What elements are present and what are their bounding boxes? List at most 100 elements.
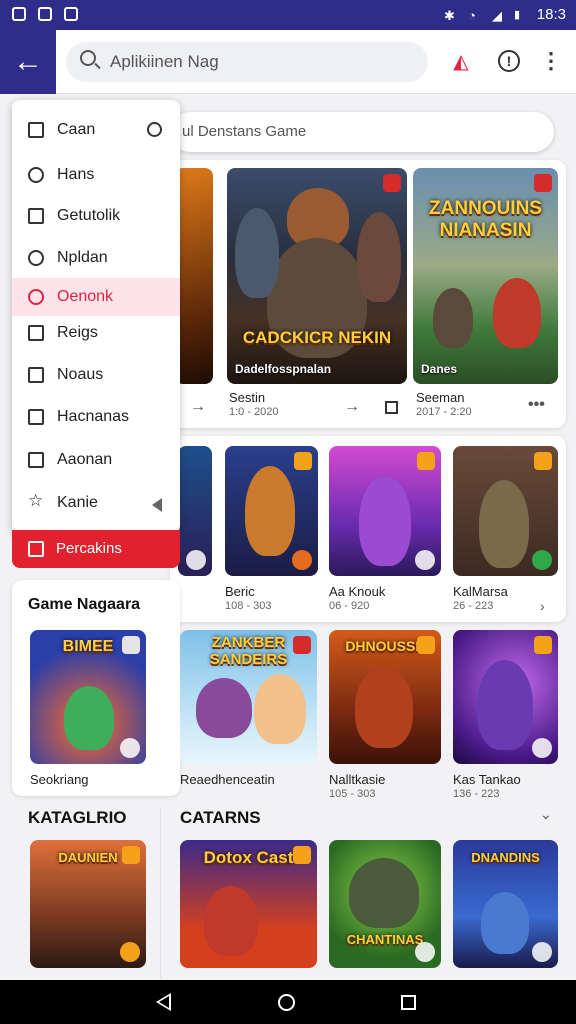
content-search[interactable]: ul Denstans Game xyxy=(170,112,554,152)
category-tile[interactable]: Dotox Cast xyxy=(180,840,317,968)
more-vert-icon[interactable]: ⋮ xyxy=(538,48,564,74)
badge-icon xyxy=(293,846,311,864)
menu-item-label: Getutolik xyxy=(57,207,121,224)
game-tile[interactable] xyxy=(453,446,558,576)
game-title: Aa Knouk xyxy=(329,584,386,599)
badge-icon xyxy=(534,174,552,192)
navigation-bar xyxy=(0,980,576,1024)
menu-item-label: Caan xyxy=(57,121,96,138)
featured-card[interactable]: ZANNOUINS NIANASIN Danes xyxy=(413,168,558,384)
settings-icon xyxy=(186,550,206,570)
search-icon xyxy=(28,289,44,305)
category-title-left: KATAGLRIO xyxy=(28,808,127,827)
featured-title: Sestin xyxy=(229,390,266,405)
badge-icon xyxy=(534,636,552,654)
featured-card[interactable]: CADCKICR NEKIN Dadelfosspnalan xyxy=(227,168,407,384)
battery-icon: ▮ xyxy=(514,9,521,21)
game-title: Reaedhenceatin xyxy=(180,772,275,787)
game-tile[interactable]: DHNOUSSE xyxy=(329,630,441,764)
menu-item[interactable]: Caan xyxy=(12,111,180,149)
photo-icon xyxy=(38,7,52,21)
menu-item-label: Kanie xyxy=(57,494,98,511)
featured-logo: ZANNOUINS NIANASIN xyxy=(429,198,542,241)
settings-icon xyxy=(292,550,312,570)
game-tile[interactable] xyxy=(329,446,441,576)
featured-caption: Dadelfosspnalan xyxy=(235,362,332,376)
category-tile[interactable]: DNANDINS xyxy=(453,840,558,968)
menu-item-label: Oenonk xyxy=(57,288,114,305)
menu-item-label: Reigs xyxy=(57,324,98,341)
category-tile[interactable]: CHANTINAS xyxy=(329,840,441,968)
badge-icon xyxy=(417,636,435,654)
category-tile[interactable]: DAUNIEN xyxy=(30,840,146,968)
info-icon[interactable]: ! xyxy=(496,48,522,74)
wifi-icon: ◔ xyxy=(468,8,476,23)
menu-item[interactable]: Hans xyxy=(12,156,180,194)
settings-icon xyxy=(120,942,140,962)
chevron-right-icon[interactable]: › xyxy=(540,598,545,614)
game-title: KalMarsa xyxy=(453,584,508,599)
star-icon: ☆ xyxy=(28,491,44,510)
menu-item[interactable]: Reigs xyxy=(12,314,180,352)
menu-item-active[interactable]: Oenonk xyxy=(12,278,180,316)
badge-icon xyxy=(417,452,435,470)
settings-icon xyxy=(532,738,552,758)
game-tile[interactable]: ZANKBER SANDEIRS xyxy=(180,630,317,764)
game-sub: 108 - 303 xyxy=(225,600,272,612)
nav-recents-icon[interactable] xyxy=(401,995,416,1010)
game-title: Seokriang xyxy=(30,772,89,787)
settings-icon xyxy=(415,942,435,962)
settings-icon xyxy=(532,550,552,570)
clock: 18:3 xyxy=(536,6,566,23)
arrow-right-icon[interactable]: → xyxy=(190,398,206,416)
featured-card[interactable] xyxy=(175,168,213,384)
search-bar[interactable]: Aplikiinen Nag xyxy=(66,42,428,82)
featured-sub: 1:0 - 2020 xyxy=(229,406,279,418)
game-tile[interactable]: BIMEE xyxy=(30,630,146,764)
grid-icon xyxy=(28,452,44,468)
search-icon xyxy=(80,50,96,66)
settings-icon xyxy=(532,942,552,962)
menu-item-label: Aaonan xyxy=(57,451,113,468)
menu-item[interactable]: Hacnanas xyxy=(12,398,180,436)
settings-icon xyxy=(415,550,435,570)
document-icon xyxy=(28,367,44,383)
search-text: Aplikiinen Nag xyxy=(110,52,219,71)
menu-item[interactable]: Aaonan xyxy=(12,441,180,479)
chevron-down-icon[interactable]: ⌄ xyxy=(540,806,552,823)
primary-menu-button[interactable]: Percakins xyxy=(12,530,180,568)
content-search-text: ul Denstans Game xyxy=(182,123,307,140)
status-bar: ✱ ◔ ◢ ▮ 18:3 xyxy=(0,0,576,30)
checkbox-icon xyxy=(28,325,44,341)
more-horiz-icon[interactable]: ••• xyxy=(528,396,545,414)
category-title-right: CATARNS xyxy=(180,808,261,827)
menu-item[interactable]: Npldan xyxy=(12,239,180,277)
menu-item[interactable]: Getutolik xyxy=(12,197,180,235)
collapse-icon[interactable] xyxy=(152,498,162,512)
badge-icon xyxy=(534,452,552,470)
alert-icon[interactable]: ◭ xyxy=(448,48,474,74)
settings-icon xyxy=(120,738,140,758)
game-tile[interactable] xyxy=(178,446,212,576)
game-sub: 105 - 303 xyxy=(329,788,376,800)
menu-item[interactable]: Noaus xyxy=(12,356,180,394)
menu-item-label: Noaus xyxy=(57,366,104,383)
featured-title: Seeman xyxy=(416,390,465,405)
nav-home-icon[interactable] xyxy=(278,994,295,1011)
checkbox[interactable] xyxy=(385,401,398,414)
nav-back-icon[interactable] xyxy=(156,993,171,1011)
app-icon xyxy=(64,7,78,21)
chat-icon xyxy=(28,167,44,183)
game-sub: 136 - 223 xyxy=(453,788,500,800)
featured-caption: Danes xyxy=(421,362,458,376)
game-tile[interactable] xyxy=(225,446,318,576)
game-tile[interactable] xyxy=(453,630,558,764)
arrow-right-icon[interactable]: → xyxy=(344,398,360,416)
menu-item-label: Hacnanas xyxy=(57,408,130,425)
badge-icon xyxy=(122,846,140,864)
app-bar: ← Aplikiinen Nag ◭ ! ⋮ xyxy=(0,30,576,94)
checkbox-icon xyxy=(28,122,44,138)
featured-logo: CADCKICR NEKIN xyxy=(242,328,392,347)
menu-item-label: Hans xyxy=(57,166,95,183)
back-arrow-icon[interactable]: ← xyxy=(0,30,56,94)
